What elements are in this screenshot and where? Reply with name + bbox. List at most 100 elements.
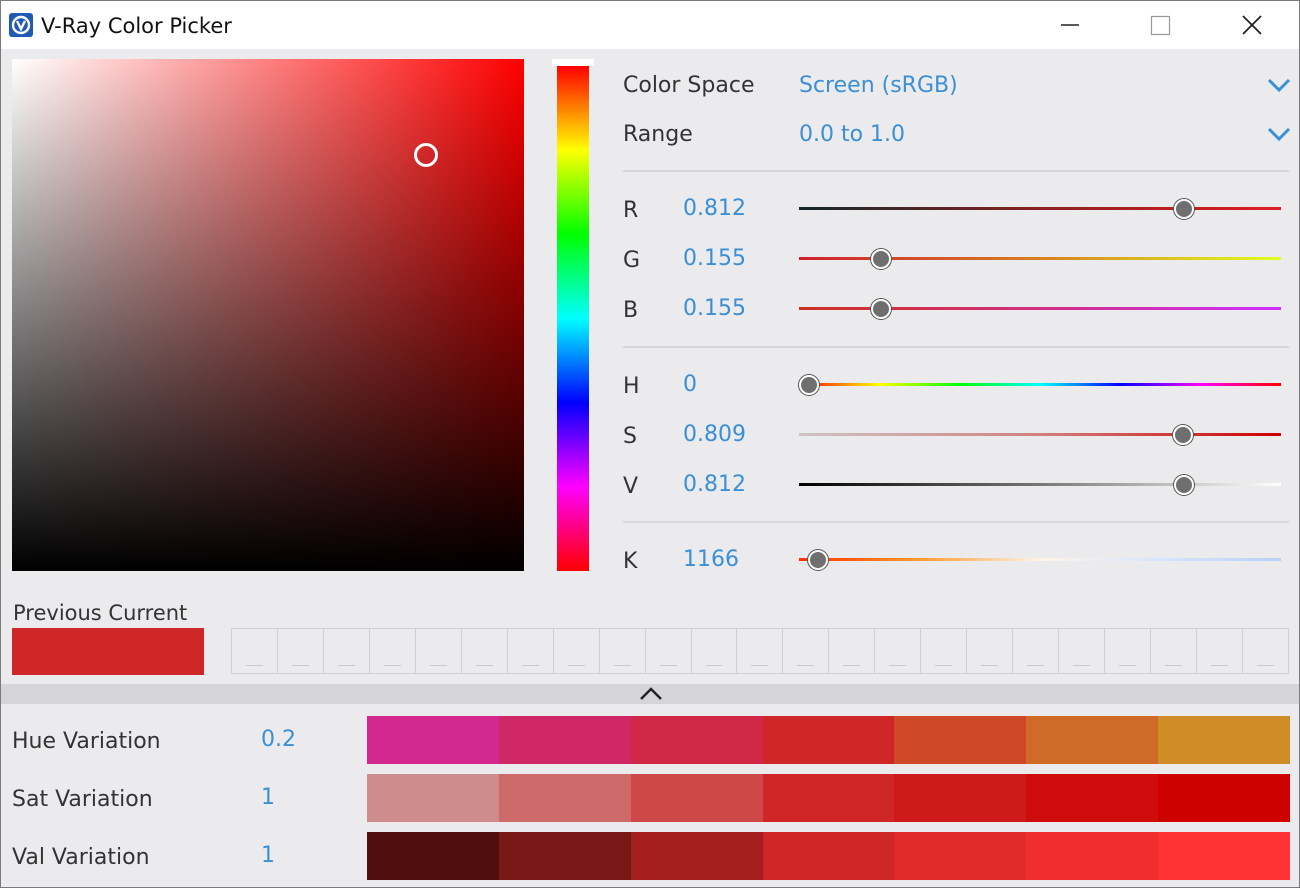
color-space-label: Color Space (623, 73, 755, 98)
history-swatch-slot[interactable] (1197, 629, 1243, 673)
history-swatch-slot[interactable] (875, 629, 922, 673)
h-slider-handle[interactable] (799, 375, 819, 395)
r-value-field[interactable]: 0.812 (683, 195, 746, 223)
val-variation-swatch[interactable] (367, 832, 499, 880)
history-swatch-slot[interactable] (278, 629, 324, 673)
k-label: K (623, 549, 638, 574)
history-swatch-slot[interactable] (232, 629, 278, 673)
history-swatch-slot[interactable] (508, 629, 554, 673)
v-slider-handle[interactable] (1174, 475, 1195, 495)
hue-strip-marker[interactable] (552, 59, 594, 66)
history-swatch-slot[interactable] (783, 629, 830, 673)
history-swatch-slot[interactable] (1013, 629, 1060, 673)
variations-collapse-toggle[interactable] (1, 684, 1299, 704)
sat-variation-swatch[interactable] (367, 774, 499, 822)
hue-variation-swatch[interactable] (1026, 716, 1159, 764)
hue-variation-swatch[interactable] (498, 716, 631, 764)
history-swatch-slot[interactable] (1059, 629, 1106, 673)
b-value-field[interactable]: 0.155 (683, 295, 746, 323)
v-label: V (623, 474, 639, 499)
hue-variation-swatch[interactable] (1158, 716, 1291, 764)
history-swatch-slot[interactable] (1105, 629, 1152, 673)
hue-strip[interactable] (557, 66, 589, 571)
val-variation-swatch[interactable] (630, 832, 763, 880)
history-swatch-slot[interactable] (692, 629, 738, 673)
hue-variation-row (367, 716, 1291, 764)
k-slider[interactable] (799, 558, 1281, 561)
color-picker-window: V-Ray Color Picker Color Space Screen (s… (0, 0, 1300, 888)
r-slider[interactable] (799, 207, 1281, 210)
sat-variation-swatch[interactable] (1158, 774, 1291, 822)
history-swatch-slot[interactable] (416, 629, 462, 673)
hue-variation-swatch[interactable] (894, 716, 1027, 764)
r-slider-handle[interactable] (1174, 199, 1195, 219)
g-slider-handle[interactable] (870, 249, 891, 269)
hue-variation-swatch[interactable] (762, 716, 895, 764)
sat-variation-swatch[interactable] (762, 774, 895, 822)
history-swatch-slot[interactable] (462, 629, 508, 673)
s-slider[interactable] (799, 433, 1281, 436)
s-slider-handle[interactable] (1172, 425, 1193, 445)
k-value-field[interactable]: 1166 (683, 546, 739, 574)
history-swatch-slot[interactable] (646, 629, 692, 673)
hue-variation-value[interactable]: 0.2 (261, 726, 296, 754)
sat-variation-swatch[interactable] (630, 774, 763, 822)
val-variation-value[interactable]: 1 (261, 842, 275, 870)
val-variation-swatch[interactable] (762, 832, 895, 880)
val-variation-swatch[interactable] (498, 832, 631, 880)
window-title: V-Ray Color Picker (41, 14, 232, 38)
s-label: S (623, 424, 637, 449)
range-dropdown[interactable]: 0.0 to 1.0 (799, 121, 905, 149)
h-slider[interactable] (799, 383, 1281, 386)
history-swatch-slot[interactable] (1243, 629, 1288, 673)
previous-current-label: Previous Current (13, 601, 188, 625)
history-swatch-slot[interactable] (737, 629, 784, 673)
maximize-button[interactable] (1115, 1, 1207, 49)
history-swatch-slot[interactable] (370, 629, 416, 673)
sat-variation-value[interactable]: 1 (261, 784, 275, 812)
hue-variation-swatch[interactable] (367, 716, 499, 764)
sat-variation-row (367, 774, 1291, 822)
history-swatch-slot[interactable] (554, 629, 600, 673)
chevron-down-icon[interactable] (1266, 77, 1292, 93)
color-space-dropdown[interactable]: Screen (sRGB) (799, 72, 958, 100)
divider (623, 521, 1289, 523)
h-label: H (623, 374, 640, 399)
h-value-field[interactable]: 0 (683, 371, 697, 399)
history-swatch-slot[interactable] (829, 629, 876, 673)
hue-variation-label: Hue Variation (12, 729, 161, 754)
val-variation-row (367, 832, 1291, 880)
chevron-down-icon[interactable] (1266, 126, 1292, 142)
g-label: G (623, 248, 641, 273)
close-button[interactable] (1207, 1, 1299, 49)
saturation-value-square[interactable] (12, 59, 524, 571)
val-variation-swatch[interactable] (894, 832, 1027, 880)
minimize-icon (1061, 24, 1079, 26)
r-label: R (623, 198, 639, 223)
sat-variation-swatch[interactable] (498, 774, 631, 822)
sat-variation-swatch[interactable] (894, 774, 1027, 822)
history-swatch-slot[interactable] (921, 629, 968, 673)
b-label: B (623, 298, 639, 323)
s-value-field[interactable]: 0.809 (683, 421, 746, 449)
val-variation-swatch[interactable] (1158, 832, 1291, 880)
b-slider-handle[interactable] (870, 299, 891, 319)
chevron-up-icon (640, 687, 662, 700)
v-value-field[interactable]: 0.812 (683, 471, 746, 499)
divider (623, 170, 1289, 172)
g-value-field[interactable]: 0.155 (683, 245, 746, 273)
current-color-swatch[interactable] (12, 628, 204, 675)
v-slider[interactable] (799, 483, 1281, 486)
sat-variation-label: Sat Variation (12, 787, 153, 812)
val-variation-swatch[interactable] (1026, 832, 1159, 880)
title-bar[interactable]: V-Ray Color Picker (1, 1, 1299, 49)
sat-variation-swatch[interactable] (1026, 774, 1159, 822)
minimize-button[interactable] (1025, 1, 1117, 49)
history-swatch-slot[interactable] (600, 629, 646, 673)
history-swatch-slot[interactable] (1151, 629, 1198, 673)
history-swatch-slot[interactable] (324, 629, 370, 673)
history-swatch-slot[interactable] (967, 629, 1014, 673)
close-icon (1242, 15, 1262, 35)
k-slider-handle[interactable] (808, 550, 829, 570)
hue-variation-swatch[interactable] (630, 716, 763, 764)
